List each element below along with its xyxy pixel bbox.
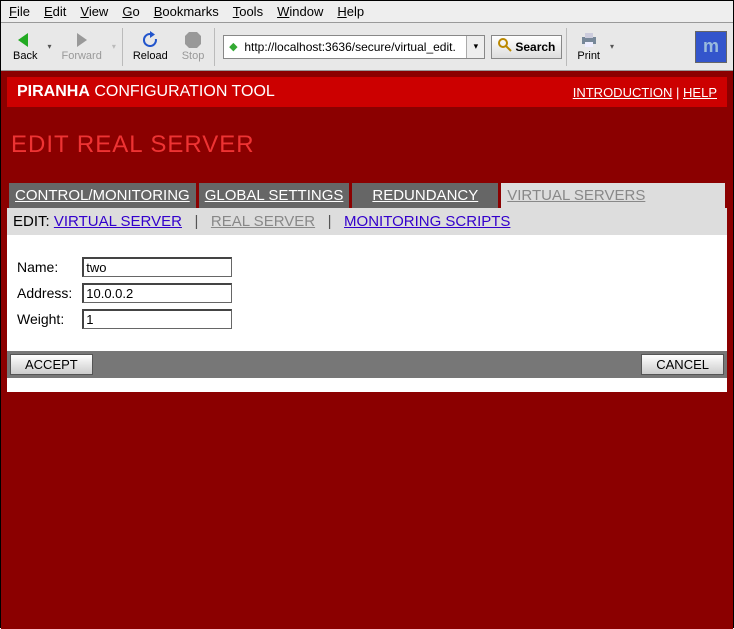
form-area: Name: Address: Weight: <box>7 235 727 351</box>
forward-button: Forward <box>55 27 107 67</box>
tab-global-settings[interactable]: GLOBAL SETTINGS <box>199 183 350 208</box>
search-button[interactable]: Search <box>491 35 562 59</box>
tab-bar: CONTROL/MONITORING GLOBAL SETTINGS REDUN… <box>7 183 727 208</box>
accept-button[interactable]: ACCEPT <box>10 354 93 375</box>
form-table: Name: Address: Weight: <box>11 253 238 333</box>
forward-label: Forward <box>61 50 101 62</box>
print-label: Print <box>577 50 600 62</box>
back-icon <box>16 31 34 49</box>
back-button[interactable]: Back <box>7 27 43 67</box>
banner: PIRANHA CONFIGURATION TOOL INTRODUCTION … <box>7 77 727 107</box>
print-dropdown-icon[interactable]: ▾ <box>608 42 616 51</box>
tab-redundancy[interactable]: REDUNDANCY <box>352 183 498 208</box>
menu-file[interactable]: File <box>9 4 30 19</box>
banner-links: INTRODUCTION | HELP <box>573 85 717 100</box>
toolbar-separator-3 <box>566 28 567 66</box>
cancel-button[interactable]: CANCEL <box>641 354 724 375</box>
back-dropdown-icon[interactable]: ▾ <box>45 42 53 51</box>
help-link[interactable]: HELP <box>683 85 717 100</box>
url-bar: ◆ ▾ <box>223 35 485 59</box>
toolbar: Back ▾ Forward ▾ Reload Stop ◆ ▾ Search … <box>1 23 733 71</box>
url-dropdown-icon[interactable]: ▾ <box>466 36 484 58</box>
reload-icon <box>141 31 159 49</box>
stop-label: Stop <box>182 50 205 62</box>
app-title: PIRANHA CONFIGURATION TOOL <box>17 83 275 101</box>
action-bar: ACCEPT CANCEL <box>7 351 727 378</box>
page-icon: ◆ <box>224 40 242 53</box>
menu-tools[interactable]: Tools <box>233 4 263 19</box>
name-field[interactable] <box>82 257 232 277</box>
menu-help[interactable]: Help <box>337 4 364 19</box>
menu-edit[interactable]: Edit <box>44 4 66 19</box>
weight-field[interactable] <box>82 309 232 329</box>
menu-bar: File Edit View Go Bookmarks Tools Window… <box>1 1 733 23</box>
address-label: Address: <box>13 281 76 305</box>
tab-control-monitoring[interactable]: CONTROL/MONITORING <box>9 183 196 208</box>
introduction-link[interactable]: INTRODUCTION <box>573 85 673 100</box>
toolbar-separator <box>122 28 123 66</box>
search-label: Search <box>515 40 555 54</box>
stop-button: Stop <box>176 27 211 67</box>
footer-bar <box>7 378 727 392</box>
toolbar-separator-2 <box>214 28 215 66</box>
stop-icon <box>184 31 202 49</box>
page-title: EDIT REAL SERVER <box>7 107 727 183</box>
back-label: Back <box>13 50 37 62</box>
reload-label: Reload <box>133 50 168 62</box>
menu-bookmarks[interactable]: Bookmarks <box>154 4 219 19</box>
subtab-bar: EDIT: VIRTUAL SERVER | REAL SERVER | MON… <box>7 208 727 235</box>
subtab-real-server: REAL SERVER <box>211 213 315 230</box>
forward-dropdown-icon: ▾ <box>110 42 118 51</box>
print-button[interactable]: Print <box>571 27 606 67</box>
throbber-icon: m <box>695 31 727 63</box>
address-field[interactable] <box>82 283 232 303</box>
name-label: Name: <box>13 255 76 279</box>
tab-virtual-servers[interactable]: VIRTUAL SERVERS <box>501 183 725 208</box>
print-icon <box>580 31 598 49</box>
page-body: PIRANHA CONFIGURATION TOOL INTRODUCTION … <box>1 71 733 629</box>
menu-go[interactable]: Go <box>122 4 139 19</box>
subtab-virtual-server[interactable]: VIRTUAL SERVER <box>54 213 182 230</box>
url-input[interactable] <box>242 38 466 56</box>
menu-view[interactable]: View <box>80 4 108 19</box>
search-icon <box>498 38 512 55</box>
menu-window[interactable]: Window <box>277 4 323 19</box>
reload-button[interactable]: Reload <box>127 27 174 67</box>
weight-label: Weight: <box>13 307 76 331</box>
subtab-edit-label: EDIT: <box>13 213 50 230</box>
forward-icon <box>73 31 91 49</box>
subtab-monitoring-scripts[interactable]: MONITORING SCRIPTS <box>344 213 510 230</box>
